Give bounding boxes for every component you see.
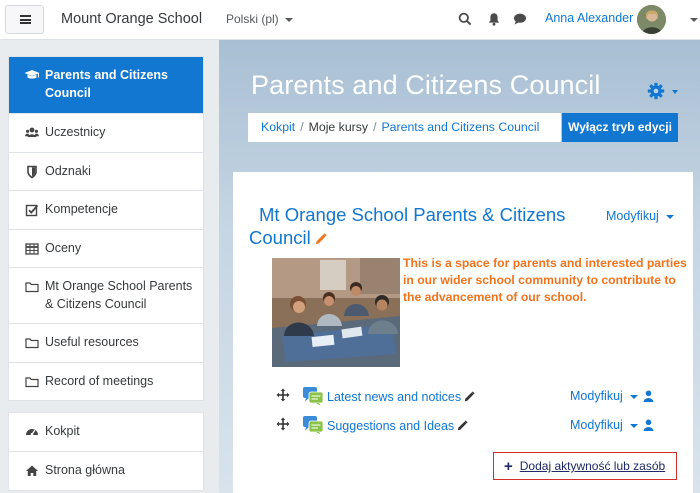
breadcrumb-link-course[interactable]: Parents and Citizens Council <box>381 120 539 134</box>
add-activity-button[interactable]: + Dodaj aktywność lub zasób <box>493 452 677 480</box>
activity-link-suggestions[interactable]: Suggestions and Ideas <box>327 419 468 433</box>
page-title: Parents and Citizens Council <box>251 70 601 100</box>
menu-icon <box>20 15 31 24</box>
sidebar-item-home[interactable]: Strona główna <box>9 451 203 490</box>
section-modify-label: Modyfikuj <box>606 209 659 223</box>
pencil-icon[interactable] <box>464 391 475 402</box>
sidebar-item-grades[interactable]: Oceny <box>9 228 203 268</box>
shield-icon <box>27 165 37 178</box>
section-image <box>272 258 400 367</box>
activity-name: Suggestions and Ideas <box>327 419 455 433</box>
sidebar-item-label: Uczestnicy <box>45 125 106 139</box>
chevron-down-icon <box>629 423 638 428</box>
sidebar-item-badges[interactable]: Odznaki <box>9 151 203 191</box>
activity-modify-label: Modyfikuj <box>570 418 623 432</box>
folder-icon <box>25 338 39 349</box>
sidebar-item-record-of-meetings[interactable]: Record of meetings <box>9 361 203 401</box>
move-icon[interactable] <box>276 417 290 431</box>
chevron-down-icon <box>629 394 638 399</box>
menu-toggle-button[interactable] <box>5 5 44 34</box>
breadcrumb-item-my-courses: Moje kursy <box>308 120 369 134</box>
breadcrumb-link-dashboard[interactable]: Kokpit <box>261 120 295 134</box>
user-icon[interactable] <box>643 390 654 402</box>
sidebar-item-course[interactable]: Parents and Citizens Council <box>9 57 203 113</box>
sidebar-item-label: Odznaki <box>45 163 91 178</box>
search-icon[interactable] <box>458 12 472 26</box>
folder-icon <box>25 282 39 293</box>
breadcrumb-separator: / <box>373 120 377 134</box>
activity-modify-menu[interactable]: Modyfikuj <box>570 418 638 432</box>
graduation-cap-icon <box>24 70 40 79</box>
sidebar-item-participants[interactable]: Uczestnicy <box>9 113 203 152</box>
pencil-icon[interactable] <box>457 420 468 431</box>
sidebar-item-dashboard[interactable]: Kokpit <box>9 413 203 451</box>
message-icon[interactable] <box>513 12 527 26</box>
breadcrumb: Kokpit / Moje kursy / Parents and Citizens C… <box>248 113 561 142</box>
home-icon <box>26 465 38 476</box>
turn-editing-off-button[interactable]: Wyłącz tryb edycji <box>562 113 678 142</box>
chevron-down-icon[interactable] <box>672 90 678 94</box>
folder-icon <box>25 376 39 387</box>
sidebar-item-useful-resources[interactable]: Useful resources <box>9 323 203 362</box>
avatar-image <box>637 5 666 34</box>
chevron-down-icon <box>284 17 293 22</box>
site-nav-group: Kokpit Strona główna <box>8 412 204 491</box>
sidebar-item-label: Mt Orange School Parents & Citizens Coun… <box>45 279 193 311</box>
avatar[interactable] <box>637 5 666 34</box>
sidebar-item-label: Record of meetings <box>45 373 154 388</box>
user-icon[interactable] <box>643 419 654 431</box>
section-title[interactable]: Mt Orange School Parents & Citizens Counc… <box>249 203 589 249</box>
plus-icon: + <box>504 458 513 475</box>
section-title-line2: Council <box>249 227 311 248</box>
activity-row: Latest news and notices Modyfikuj <box>276 386 686 410</box>
sidebar-item-label: Kokpit <box>45 424 80 438</box>
chevron-down-icon[interactable] <box>690 18 698 22</box>
activity-link-news[interactable]: Latest news and notices <box>327 390 475 404</box>
bell-icon[interactable] <box>487 12 501 26</box>
sidebar-item-label: Kompetencje <box>45 202 118 216</box>
sidebar-item-section[interactable]: Mt Orange School Parents & Citizens Coun… <box>9 267 203 323</box>
forum-icon <box>303 387 324 406</box>
users-icon <box>25 127 39 137</box>
language-label: Polski (pl) <box>226 12 279 26</box>
table-icon <box>25 242 39 255</box>
gear-icon[interactable] <box>647 82 665 100</box>
sidebar-item-label: Oceny <box>45 240 82 255</box>
activity-modify-menu[interactable]: Modyfikuj <box>570 389 638 403</box>
user-menu-name[interactable]: Anna Alexander <box>545 11 633 25</box>
sidebar-item-label: Strona główna <box>45 463 125 477</box>
course-nav-group: Parents and Citizens Council Uczestnicy … <box>8 56 204 401</box>
breadcrumb-separator: / <box>300 120 304 134</box>
move-icon[interactable] <box>276 388 290 402</box>
language-menu[interactable]: Polski (pl) <box>226 12 293 26</box>
sidebar-item-label: Parents and Citizens Council <box>45 68 168 100</box>
sidebar-item-competencies[interactable]: Kompetencje <box>9 190 203 229</box>
sidebar-item-label: Useful resources <box>45 335 139 349</box>
pencil-icon[interactable] <box>315 233 327 245</box>
dashboard-icon <box>26 429 38 436</box>
site-brand[interactable]: Mount Orange School <box>61 11 202 27</box>
activity-modify-label: Modyfikuj <box>570 389 623 403</box>
activity-row: Suggestions and Ideas Modyfikuj <box>276 415 686 439</box>
forum-icon <box>303 416 324 435</box>
checkbox-icon <box>25 204 39 217</box>
meeting-photo <box>272 258 400 367</box>
activity-name: Latest news and notices <box>327 390 462 404</box>
add-activity-label: Dodaj aktywność lub zasób <box>519 459 666 473</box>
top-navbar: Mount Orange School Polski (pl) Anna Ale… <box>0 0 700 40</box>
section-modify-menu[interactable]: Modyfikuj <box>606 209 674 223</box>
nav-drawer: Parents and Citizens Council Uczestnicy … <box>8 56 204 491</box>
section-title-line1: Mt Orange School Parents & Citizens <box>259 204 566 225</box>
chevron-down-icon <box>665 214 674 219</box>
section-summary: This is a space for parents and interest… <box>403 256 687 304</box>
